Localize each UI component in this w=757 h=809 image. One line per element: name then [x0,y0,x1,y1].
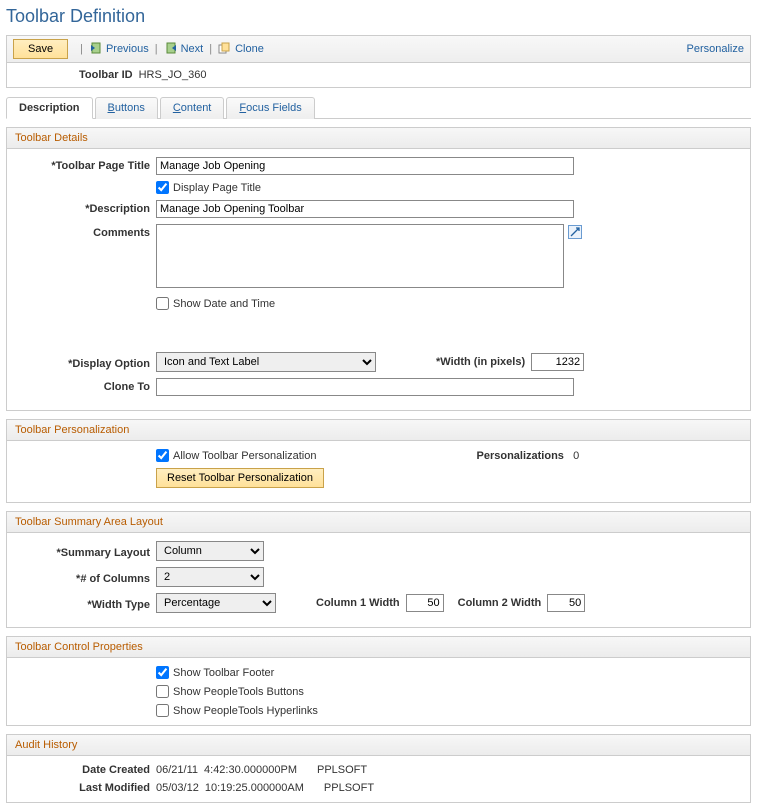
tab-focus-fields[interactable]: Focus Fields [226,97,314,119]
label-width-type: *Width Type [15,596,156,611]
tab-focus-label: ocus Fields [246,102,302,114]
input-page-title[interactable] [156,157,574,175]
show-footer-label: Show Toolbar Footer [173,667,274,679]
personalizations-label: Personalizations [477,450,564,462]
value-created-user: PPLSOFT [317,764,367,776]
separator: | [155,43,158,55]
page-title: Toolbar Definition [6,6,751,27]
button-reset-personalization[interactable]: Reset Toolbar Personalization [156,468,324,488]
label-col1-width: Column 1 Width [316,597,400,609]
label-page-title: *Toolbar Page Title [15,157,156,172]
checkbox-show-pt-buttons[interactable]: Show PeopleTools Buttons [156,685,304,698]
allow-personalization-checkbox[interactable] [156,449,169,462]
input-width-pixels[interactable] [531,353,584,371]
section-toolbar-personalization: Toolbar Personalization Allow Toolbar Pe… [6,419,751,503]
tab-buttons-label: uttons [115,102,145,114]
label-col2-width: Column 2 Width [458,597,542,609]
input-clone-to[interactable] [156,378,574,396]
section-header-personalization: Toolbar Personalization [7,420,750,441]
personalize-link[interactable]: Personalize [687,43,744,55]
show-pt-links-label: Show PeopleTools Hyperlinks [173,705,318,717]
display-page-title-label: Display Page Title [173,182,261,194]
previous-label: Previous [106,43,149,55]
label-display-option: *Display Option [15,355,156,370]
input-comments[interactable] [156,224,564,288]
separator: | [80,43,83,55]
value-modified-date: 05/03/12 [156,782,199,794]
clone-icon [218,42,232,57]
value-modified-user: PPLSOFT [324,782,374,794]
value-created-date: 06/21/11 [156,764,198,776]
section-header-control-properties: Toolbar Control Properties [7,637,750,658]
value-created-time: 4:42:30.000000PM [204,764,297,776]
input-col2-width[interactable] [547,594,585,612]
separator: | [209,43,212,55]
clone-link[interactable]: Clone [218,42,264,57]
toolbar-id-label: Toolbar ID [79,69,133,81]
label-summary-layout: *Summary Layout [15,544,156,559]
next-label: Next [181,43,204,55]
next-link[interactable]: Next [164,42,204,57]
label-clone-to: Clone To [15,378,156,393]
toolbar-id-value: HRS_JO_360 [139,69,207,81]
show-pt-links-checkbox[interactable] [156,704,169,717]
section-header-summary-layout: Toolbar Summary Area Layout [7,512,750,533]
section-audit-history: Audit History Date Created 06/21/11 4:42… [6,734,751,803]
show-footer-checkbox[interactable] [156,666,169,679]
checkbox-show-pt-links[interactable]: Show PeopleTools Hyperlinks [156,704,318,717]
select-display-option[interactable]: Icon and Text Label [156,352,376,372]
show-datetime-label: Show Date and Time [173,298,275,310]
previous-link[interactable]: Previous [89,42,149,57]
value-modified-time: 10:19:25.000000AM [205,782,304,794]
label-comments: Comments [15,224,156,239]
input-description[interactable] [156,200,574,218]
checkbox-show-footer[interactable]: Show Toolbar Footer [156,666,274,679]
allow-personalization-label: Allow Toolbar Personalization [173,450,317,462]
tab-strip: Description Buttons Content Focus Fields [6,96,751,119]
checkbox-display-page-title[interactable]: Display Page Title [156,181,261,194]
tab-description[interactable]: Description [6,97,93,119]
checkbox-allow-personalization[interactable]: Allow Toolbar Personalization [156,449,317,462]
save-button[interactable]: Save [13,39,68,59]
tab-content[interactable]: Content [160,97,225,119]
section-control-properties: Toolbar Control Properties Show Toolbar … [6,636,751,726]
show-datetime-checkbox[interactable] [156,297,169,310]
section-header-audit-history: Audit History [7,735,750,756]
label-date-created: Date Created [15,764,156,776]
section-summary-layout: Toolbar Summary Area Layout *Summary Lay… [6,511,751,628]
personalizations-value: 0 [573,450,579,462]
tab-buttons[interactable]: Buttons [95,97,158,119]
select-num-columns[interactable]: 2 [156,567,264,587]
section-header-toolbar-details: Toolbar Details [7,128,750,149]
next-icon [164,42,178,57]
checkbox-show-datetime[interactable]: Show Date and Time [156,297,275,310]
expand-comments-icon[interactable] [568,225,582,242]
label-width-pixels: *Width (in pixels) [436,356,525,368]
label-num-columns: *# of Columns [15,570,156,585]
select-summary-layout[interactable]: Column [156,541,264,561]
label-description: *Description [15,200,156,215]
show-pt-buttons-label: Show PeopleTools Buttons [173,686,304,698]
section-toolbar-details: Toolbar Details *Toolbar Page Title Disp… [6,127,751,411]
show-pt-buttons-checkbox[interactable] [156,685,169,698]
tab-content-label: ontent [181,102,212,114]
display-page-title-checkbox[interactable] [156,181,169,194]
toolbar-id-row: Toolbar ID HRS_JO_360 [6,63,751,88]
input-col1-width[interactable] [406,594,444,612]
action-toolbar: Save | Previous | Next | Clone Personali… [6,35,751,63]
previous-icon [89,42,103,57]
label-last-modified: Last Modified [15,782,156,794]
clone-label: Clone [235,43,264,55]
select-width-type[interactable]: Percentage [156,593,276,613]
